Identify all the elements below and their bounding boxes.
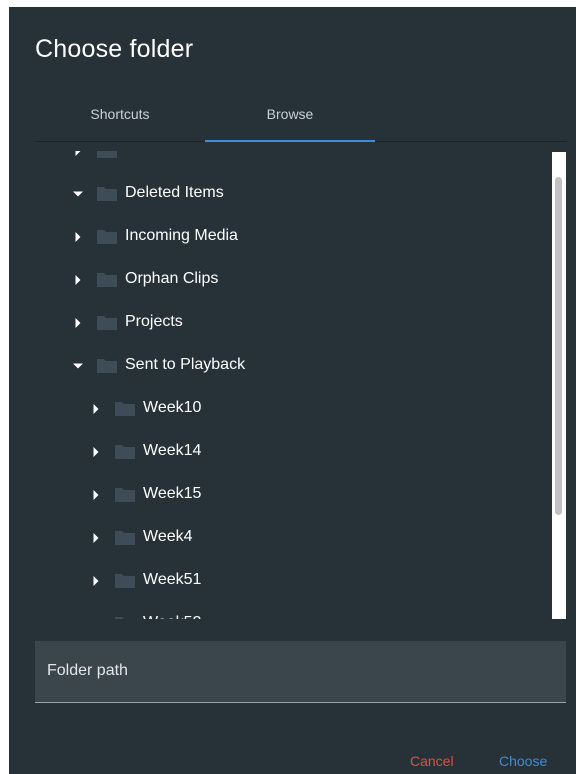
folder-path-field[interactable]	[35, 641, 566, 703]
tree-scrollbar[interactable]	[552, 152, 566, 619]
tree-row[interactable]: Incoming Media	[35, 215, 535, 257]
folder-icon	[97, 358, 117, 373]
folder-icon	[97, 315, 117, 330]
tree-row-label: Orphan Clips	[125, 270, 219, 287]
choose-button[interactable]: Choose	[499, 753, 547, 769]
caret-right-icon[interactable]	[90, 445, 102, 457]
folder-icon	[115, 401, 135, 416]
caret-right-icon[interactable]	[90, 402, 102, 414]
tree-row-label: Week10	[143, 399, 202, 416]
active-tab-indicator	[205, 140, 375, 142]
tree-row-label: Deleted Items	[125, 184, 224, 201]
folder-icon	[115, 444, 135, 459]
caret-down-icon[interactable]	[72, 187, 84, 199]
folder-icon	[97, 186, 117, 201]
tree-row[interactable]: Deleted Items	[35, 172, 535, 214]
tree-row-label: Week15	[143, 485, 202, 502]
dialog-title: Choose folder	[35, 35, 194, 63]
folder-tree[interactable]: Deleted Items Incoming Media Orphan Clips P…	[35, 151, 566, 619]
tree-row[interactable]: Orphan Clips	[35, 258, 535, 300]
caret-right-icon[interactable]	[72, 230, 84, 242]
caret-down-icon[interactable]	[72, 359, 84, 371]
caret-right-icon[interactable]	[90, 531, 102, 543]
folder-icon	[115, 487, 135, 502]
folder-icon	[115, 616, 135, 619]
tree-row-partial[interactable]	[35, 151, 535, 171]
caret-right-icon[interactable]	[72, 151, 84, 156]
tree-row[interactable]: Week51	[35, 559, 535, 601]
tree-row-label: Sent to Playback	[125, 356, 246, 373]
tab-shortcuts[interactable]: Shortcuts	[35, 99, 205, 141]
caret-right-icon[interactable]	[90, 617, 102, 619]
tree-row[interactable]: Week52	[35, 602, 535, 619]
cancel-button[interactable]: Cancel	[410, 753, 454, 769]
folder-icon	[115, 530, 135, 545]
tree-row[interactable]: Week4	[35, 516, 535, 558]
folder-path-input[interactable]	[35, 641, 566, 701]
folder-icon	[115, 573, 135, 588]
caret-right-icon[interactable]	[90, 574, 102, 586]
caret-right-icon[interactable]	[90, 488, 102, 500]
tab-bar: Shortcuts Browse	[35, 99, 567, 142]
tree-row[interactable]: Projects	[35, 301, 535, 343]
tree-row-label: Week14	[143, 442, 202, 459]
caret-right-icon[interactable]	[72, 273, 84, 285]
tree-row-label: Week4	[143, 528, 193, 545]
tree-row-label: Incoming Media	[125, 227, 238, 244]
folder-icon	[97, 272, 117, 287]
tree-row[interactable]: Sent to Playback	[35, 344, 535, 386]
tree-row[interactable]: Week14	[35, 430, 535, 472]
tab-browse[interactable]: Browse	[205, 99, 375, 141]
tree-row[interactable]: Week15	[35, 473, 535, 515]
folder-icon	[97, 229, 117, 244]
tree-row-label: Projects	[125, 313, 183, 330]
tree-row-label: Week51	[143, 571, 202, 588]
scrollbar-thumb[interactable]	[555, 177, 562, 515]
caret-right-icon[interactable]	[72, 316, 84, 328]
tree-row-label: Week52	[143, 614, 201, 619]
choose-folder-dialog: Choose folder Shortcuts Browse Deleted I…	[9, 7, 576, 774]
folder-icon	[97, 151, 117, 158]
tree-row[interactable]: Week10	[35, 387, 535, 429]
